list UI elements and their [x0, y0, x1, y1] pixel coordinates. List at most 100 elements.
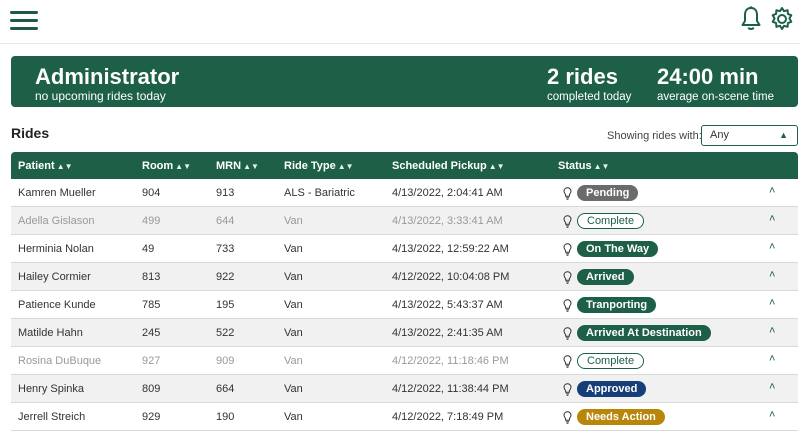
- top-bar: [0, 0, 800, 44]
- pickup-cell: 4/13/2022, 2:04:41 AM: [392, 187, 503, 199]
- patient-cell: Patience Kunde: [18, 299, 96, 311]
- table-row[interactable]: Adella Gislason 499 644 Van 4/13/2022, 3:33:…: [11, 207, 798, 235]
- patient-cell: Kamren Mueller: [18, 187, 96, 199]
- status-filter-select[interactable]: Any ▲: [701, 125, 798, 146]
- pickup-cell: 4/12/2022, 11:38:44 PM: [392, 383, 509, 395]
- pickup-cell: 4/13/2022, 2:41:35 AM: [392, 327, 503, 339]
- table-row[interactable]: Rosina DuBuque 927 909 Van 4/12/2022, 11:18:…: [11, 347, 798, 375]
- expand-chevron-icon[interactable]: ˄: [769, 269, 775, 281]
- pickup-cell: 4/13/2022, 3:33:41 AM: [392, 215, 503, 227]
- hamburger-icon[interactable]: [10, 11, 38, 31]
- lightbulb-icon[interactable]: [563, 411, 572, 424]
- ride-type-cell: Van: [284, 271, 303, 283]
- column-header-mrn[interactable]: MRN ▲▼: [216, 160, 259, 172]
- pickup-cell: 4/12/2022, 11:18:46 PM: [392, 355, 509, 367]
- pickup-cell: 4/12/2022, 7:18:49 PM: [392, 411, 504, 423]
- patient-cell: Jerrell Streich: [18, 411, 86, 423]
- banner-title: Administrator: [35, 64, 180, 89]
- filter-label: Showing rides with:: [607, 130, 702, 142]
- status-badge: Needs Action: [577, 409, 665, 425]
- column-header-status[interactable]: Status ▲▼: [558, 160, 609, 172]
- gear-icon[interactable]: [769, 6, 795, 32]
- banner-subtitle: no upcoming rides today: [35, 89, 166, 103]
- ride-type-cell: Van: [284, 327, 303, 339]
- table-row[interactable]: Herminia Nolan 49 733 Van 4/13/2022, 12:59:2…: [11, 235, 798, 263]
- filter-value: Any: [710, 129, 729, 141]
- sort-icon: ▲▼: [243, 162, 259, 171]
- ride-type-cell: Van: [284, 411, 303, 423]
- mrn-cell: 195: [216, 299, 235, 311]
- table-row[interactable]: Hailey Cormier 813 922 Van 4/12/2022, 10:04:…: [11, 263, 798, 291]
- pickup-cell: 4/13/2022, 12:59:22 AM: [392, 243, 509, 255]
- mrn-cell: 909: [216, 355, 235, 367]
- stat-on-scene: 24:00 min average on-scene time: [657, 64, 774, 103]
- lightbulb-icon[interactable]: [563, 187, 572, 200]
- room-cell: 245: [142, 327, 161, 339]
- bell-icon[interactable]: [739, 5, 763, 33]
- room-cell: 904: [142, 187, 161, 199]
- lightbulb-icon[interactable]: [563, 215, 572, 228]
- expand-chevron-icon[interactable]: ˄: [769, 213, 775, 225]
- status-badge: Complete: [577, 353, 645, 369]
- room-cell: 785: [142, 299, 161, 311]
- expand-chevron-icon[interactable]: ˄: [769, 241, 775, 253]
- column-header-room[interactable]: Room ▲▼: [142, 160, 191, 172]
- sort-icon: ▲▼: [56, 162, 73, 171]
- room-cell: 499: [142, 215, 161, 227]
- expand-chevron-icon[interactable]: ˄: [769, 409, 775, 421]
- expand-chevron-icon[interactable]: ˄: [769, 381, 775, 393]
- column-header-ride-type[interactable]: Ride Type ▲▼: [284, 160, 354, 172]
- patient-cell: Herminia Nolan: [18, 243, 94, 255]
- table-header: Patient ▲▼ Room ▲▼ MRN ▲▼ Ride Type ▲▼ Sched…: [11, 152, 798, 179]
- rides-table: Patient ▲▼ Room ▲▼ MRN ▲▼ Ride Type ▲▼ Sched…: [11, 152, 798, 431]
- table-row[interactable]: Matilde Hahn 245 522 Van 4/13/2022, 2:41:35 …: [11, 319, 798, 347]
- status-badge: Pending: [577, 185, 639, 201]
- mrn-cell: 733: [216, 243, 235, 255]
- patient-cell: Rosina DuBuque: [18, 355, 102, 367]
- status-badge: On The Way: [577, 241, 659, 257]
- lightbulb-icon[interactable]: [563, 299, 572, 312]
- table-row[interactable]: Jerrell Streich 929 190 Van 4/12/2022, 7:18:…: [11, 403, 798, 431]
- stat-completed-value: 2 rides: [547, 64, 618, 89]
- room-cell: 813: [142, 271, 161, 283]
- status-badge: Tranporting: [577, 297, 657, 313]
- lightbulb-icon[interactable]: [563, 327, 572, 340]
- lightbulb-icon[interactable]: [563, 271, 572, 284]
- lightbulb-icon[interactable]: [563, 383, 572, 396]
- ride-type-cell: Van: [284, 355, 303, 367]
- pickup-cell: 4/13/2022, 5:43:37 AM: [392, 299, 503, 311]
- table-row[interactable]: Patience Kunde 785 195 Van 4/13/2022, 5:43:3…: [11, 291, 798, 319]
- room-cell: 49: [142, 243, 155, 255]
- mrn-cell: 522: [216, 327, 235, 339]
- patient-cell: Henry Spinka: [18, 383, 85, 395]
- column-header-patient[interactable]: Patient ▲▼: [18, 160, 73, 172]
- expand-chevron-icon[interactable]: ˄: [769, 185, 775, 197]
- ride-type-cell: Van: [284, 299, 303, 311]
- sort-icon: ▲▼: [337, 162, 354, 171]
- pickup-cell: 4/12/2022, 10:04:08 PM: [392, 271, 510, 283]
- expand-chevron-icon[interactable]: ˄: [769, 297, 775, 309]
- status-badge: Approved: [577, 381, 647, 397]
- status-badge: Arrived: [577, 269, 634, 285]
- lightbulb-icon[interactable]: [563, 243, 572, 256]
- stat-completed-label: completed today: [547, 91, 632, 103]
- stat-on-scene-value: 24:00 min: [657, 64, 759, 89]
- sort-icon: ▲▼: [593, 162, 610, 171]
- expand-chevron-icon[interactable]: ˄: [769, 325, 775, 337]
- ride-type-cell: ALS - Bariatric: [284, 187, 355, 199]
- mrn-cell: 664: [216, 383, 235, 395]
- table-row[interactable]: Henry Spinka 809 664 Van 4/12/2022, 11:38:44…: [11, 375, 798, 403]
- stat-on-scene-label: average on-scene time: [657, 91, 774, 103]
- chevron-up-icon: ▲: [779, 130, 788, 140]
- mrn-cell: 913: [216, 187, 235, 199]
- room-cell: 927: [142, 355, 161, 367]
- mrn-cell: 922: [216, 271, 235, 283]
- expand-chevron-icon[interactable]: ˄: [769, 353, 775, 365]
- summary-banner: Administrator no upcoming rides today 2 …: [11, 56, 798, 107]
- lightbulb-icon[interactable]: [563, 355, 572, 368]
- room-cell: 929: [142, 411, 161, 423]
- table-row[interactable]: Kamren Mueller 904 913 ALS - Bariatric 4/13/…: [11, 179, 798, 207]
- sort-icon: ▲▼: [488, 162, 505, 171]
- patient-cell: Adella Gislason: [18, 215, 95, 227]
- column-header-scheduled-pickup[interactable]: Scheduled Pickup ▲▼: [392, 160, 505, 172]
